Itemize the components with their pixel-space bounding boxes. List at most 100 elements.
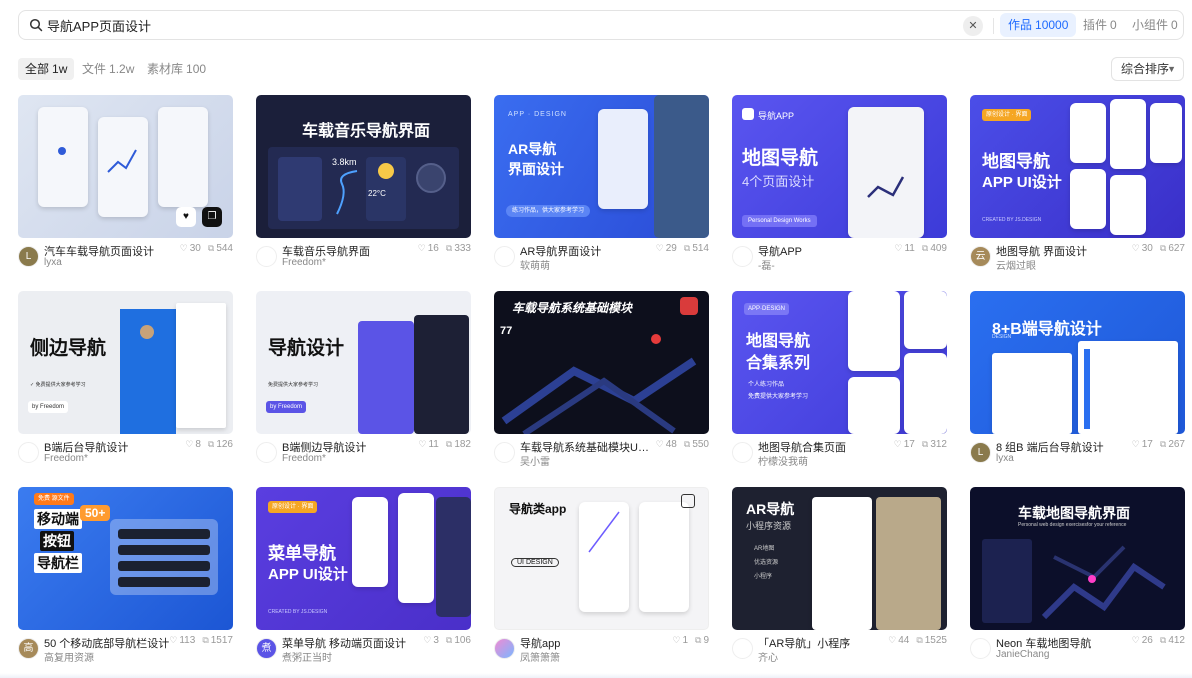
card-stats: ♡ 30 ⧉ 544 xyxy=(178,243,233,254)
avatar[interactable] xyxy=(256,246,277,267)
duplicate-icon: ⧉ xyxy=(921,243,929,253)
like-icon: ♡ xyxy=(888,635,897,645)
card-thumbnail[interactable]: 导航设计 免费提供大家参考学习 by Freedom xyxy=(256,291,471,434)
avatar[interactable] xyxy=(494,246,515,267)
card-meta: 地图导航合集页面 柠檬没我萌 ♡ 17 ⧉ 312 xyxy=(732,439,947,469)
like-icon: ♡ xyxy=(417,243,426,253)
card[interactable]: 导航类app UI DESIGN 导航app 凤箫箫箫 ♡ 1 ⧉ 9 xyxy=(494,487,709,667)
sort-dropdown[interactable]: 综合排序 ▼ xyxy=(1111,57,1184,81)
copy-icon[interactable]: ❐ xyxy=(202,207,222,227)
filter-all[interactable]: 全部 1w xyxy=(18,58,75,80)
card-author[interactable]: JanieChang xyxy=(996,649,1049,660)
card[interactable]: 原创设计 · 界面 菜单导航 APP UI设计 CREATED BY JS.DE… xyxy=(256,487,471,667)
card-thumbnail[interactable]: 车载导航系统基础模块 77 xyxy=(494,291,709,434)
card-author[interactable]: lyxa xyxy=(996,453,1014,464)
filter-library[interactable]: 素材库 100 xyxy=(140,58,213,80)
duplicate-icon: ⧉ xyxy=(683,243,691,253)
like-count: 29 xyxy=(665,243,677,254)
avatar[interactable] xyxy=(256,442,277,463)
avatar[interactable]: L xyxy=(18,246,39,267)
card-thumbnail[interactable]: 导航APP 地图导航 4个页面设计 Personal Design Works xyxy=(732,95,947,238)
card[interactable]: AR导航 小程序资源 AR地图 优选资源 小程序 「AR导航」小程序 齐心 ♡ 4… xyxy=(732,487,947,667)
thumb-title: 车载音乐导航界面 xyxy=(302,123,431,140)
card-meta: Neon 车载地图导航 JanieChang ♡ 26 ⧉ 412 xyxy=(970,635,1185,665)
card-thumbnail[interactable]: 免费 源文件 移动端 50+ 按钮 导航栏 xyxy=(18,487,233,630)
copy-count: 627 xyxy=(1168,243,1185,254)
card[interactable]: 原创设计 · 界面 地图导航 APP UI设计 CREATED BY JS.DE… xyxy=(970,95,1185,275)
card[interactable]: 导航APP 地图导航 4个页面设计 Personal Design Works … xyxy=(732,95,947,275)
card-author[interactable]: Freedom* xyxy=(44,453,88,464)
card-author[interactable]: 煮粥正当时 xyxy=(282,649,332,664)
tab-widgets[interactable]: 小组件 0 xyxy=(1124,13,1186,37)
card-author[interactable]: 凤箫箫箫 xyxy=(520,649,560,664)
card-thumbnail[interactable]: ♥ ❐ xyxy=(18,95,233,238)
card-author[interactable]: 高复用资源 xyxy=(44,649,94,664)
avatar[interactable] xyxy=(732,442,753,463)
avatar[interactable] xyxy=(494,442,515,463)
thumb-tag: 免费 源文件 xyxy=(34,493,74,505)
card-thumbnail[interactable]: APP · DESIGN AR导航 界面设计 练习作品，供大家参考学习 xyxy=(494,95,709,238)
duplicate-icon: ⧉ xyxy=(1159,243,1167,253)
tab-plugins[interactable]: 插件 0 xyxy=(1075,13,1125,37)
card-author[interactable]: 柠檬没我萌 xyxy=(758,453,808,468)
card-thumbnail[interactable]: 原创设计 · 界面 地图导航 APP UI设计 CREATED BY JS.DE… xyxy=(970,95,1185,238)
card-thumbnail[interactable]: 导航类app UI DESIGN xyxy=(494,487,709,630)
duplicate-icon: ⧉ xyxy=(1159,635,1167,645)
card[interactable]: ♥ ❐ L 汽车车载导航页面设计 lyxa ♡ 30 ⧉ 544 xyxy=(18,95,233,275)
card[interactable]: 免费 源文件 移动端 50+ 按钮 导航栏 高 50 个移动底部导航栏设计 高复… xyxy=(18,487,233,667)
card-meta: L 汽车车载导航页面设计 lyxa ♡ 30 ⧉ 544 xyxy=(18,243,233,273)
card-author[interactable]: 软萌萌 xyxy=(520,257,550,272)
avatar[interactable]: L xyxy=(970,442,991,463)
card-meta: 导航APP -磊- ♡ 11 ⧉ 409 xyxy=(732,243,947,273)
filter-files[interactable]: 文件 1.2w xyxy=(75,58,141,80)
card-author[interactable]: lyxa xyxy=(44,257,62,268)
logo-icon xyxy=(742,108,754,120)
card-thumbnail[interactable]: APP·DESIGN 地图导航 合集系列 个人练习作品 免费提供大家参考学习 xyxy=(732,291,947,434)
avatar[interactable]: 煮 xyxy=(256,638,277,659)
like-count: 26 xyxy=(1141,635,1153,646)
card[interactable]: 8+B端导航设计 DESIGN L 8 组B 端后台导航设计 lyxa ♡ 17 ⧉… xyxy=(970,291,1185,471)
card[interactable]: APP·DESIGN 地图导航 合集系列 个人练习作品 免费提供大家参考学习 地… xyxy=(732,291,947,471)
heart-icon[interactable]: ♥ xyxy=(176,207,196,227)
card[interactable]: 导航设计 免费提供大家参考学习 by Freedom B端侧边导航设计 Free… xyxy=(256,291,471,471)
card-author[interactable]: Freedom* xyxy=(282,453,326,464)
like-count: 48 xyxy=(665,439,677,450)
close-icon[interactable]: ✕ xyxy=(963,16,983,36)
like-count: 44 xyxy=(898,635,910,646)
card-title[interactable]: 8 组B 端后台导航设计 xyxy=(996,439,1126,455)
card-author[interactable]: 云烟过眼 xyxy=(996,257,1036,272)
card-stats: ♡ 30 ⧉ 627 xyxy=(1130,243,1185,254)
thumb-line1: 个人练习作品 xyxy=(748,382,785,388)
avatar[interactable] xyxy=(970,638,991,659)
avatar[interactable] xyxy=(732,246,753,267)
card[interactable]: 侧边导航 ✓ 免费提供大家参考学习 by Freedom B端后台导航设计 Fr… xyxy=(18,291,233,471)
avatar[interactable] xyxy=(494,638,515,659)
card-thumbnail[interactable]: 侧边导航 ✓ 免费提供大家参考学习 by Freedom xyxy=(18,291,233,434)
thumb-title: AR导航 xyxy=(746,501,795,517)
card[interactable]: 车载音乐导航界面 3.8km 22°C 车载音乐导航界面 Freedom* ♡ 1… xyxy=(256,95,471,275)
copy-count: 412 xyxy=(1168,635,1185,646)
card-title[interactable]: 汽车车载导航页面设计 xyxy=(44,243,174,259)
avatar[interactable]: 云 xyxy=(970,246,991,267)
card[interactable]: 车载地图导航界面 Personal web design exercisesfo… xyxy=(970,487,1185,667)
thumb-subtitle: APP UI设计 xyxy=(982,174,1062,191)
card-thumbnail[interactable]: AR导航 小程序资源 AR地图 优选资源 小程序 xyxy=(732,487,947,630)
card-author[interactable]: 齐心 xyxy=(758,649,778,664)
avatar[interactable] xyxy=(18,442,39,463)
card-thumbnail[interactable]: 车载地图导航界面 Personal web design exercisesfo… xyxy=(970,487,1185,630)
card-title[interactable]: 导航APP xyxy=(758,243,888,259)
avatar[interactable]: 高 xyxy=(18,638,39,659)
card-author[interactable]: Freedom* xyxy=(282,257,326,268)
copy-count: 514 xyxy=(692,243,709,254)
search-input[interactable] xyxy=(47,15,947,35)
card-author[interactable]: -磊- xyxy=(758,257,775,272)
tab-works[interactable]: 作品 10000 xyxy=(1000,13,1077,37)
card-author[interactable]: 吴小雷 xyxy=(520,453,550,468)
card[interactable]: APP · DESIGN AR导航 界面设计 练习作品，供大家参考学习 AR导航… xyxy=(494,95,709,275)
avatar[interactable] xyxy=(732,638,753,659)
card-thumbnail[interactable]: 8+B端导航设计 DESIGN xyxy=(970,291,1185,434)
search-icon xyxy=(29,18,43,32)
card-thumbnail[interactable]: 车载音乐导航界面 3.8km 22°C xyxy=(256,95,471,238)
card-thumbnail[interactable]: 原创设计 · 界面 菜单导航 APP UI设计 CREATED BY JS.DE… xyxy=(256,487,471,630)
card[interactable]: 车载导航系统基础模块 77 车载导航系统基础模块UI设... 吴小雷 ♡ 48 ⧉ 5… xyxy=(494,291,709,471)
